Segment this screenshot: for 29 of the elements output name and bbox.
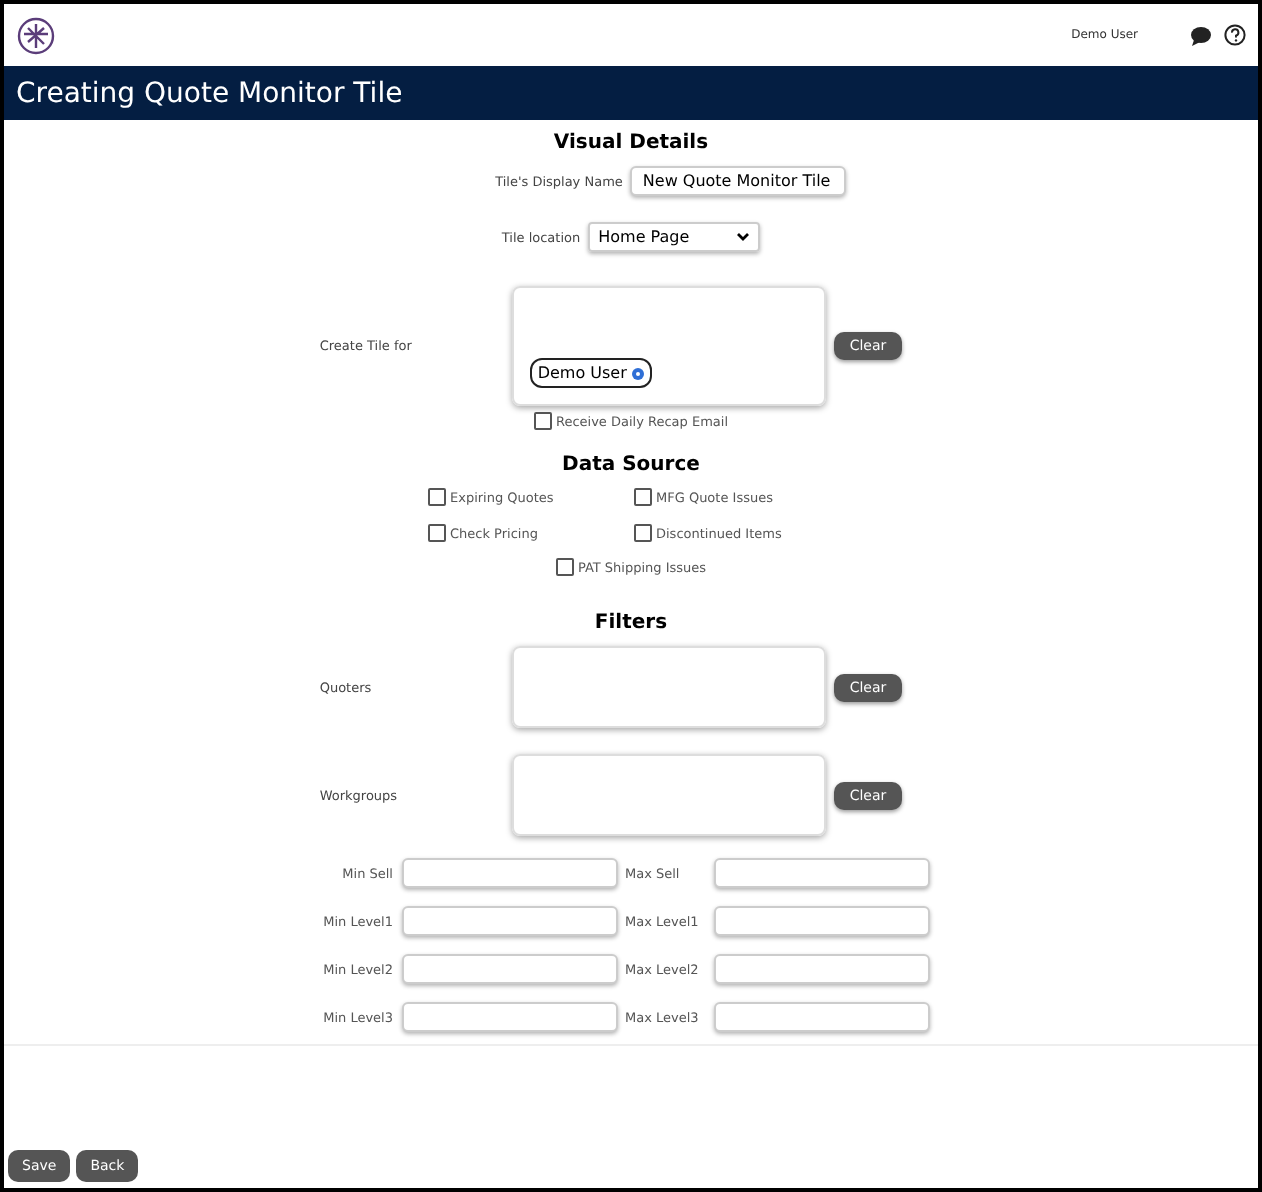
logo-icon [16,15,56,55]
user-list-box[interactable]: Demo User [511,286,826,406]
checkbox[interactable] [634,524,652,542]
min-field[interactable] [401,858,617,888]
max-field[interactable] [713,858,929,888]
checkbox[interactable] [428,524,446,542]
min-field[interactable] [401,954,617,984]
display-name-field[interactable]: New Quote Monitor Tile [630,166,847,196]
max-field[interactable] [713,906,929,936]
page-title: Creating Quote Monitor Tile [16,77,403,109]
section-heading: Visual Details [553,132,709,154]
chat-icon[interactable] [1190,25,1212,45]
list-box[interactable] [511,754,826,836]
chevron-icon [736,232,751,242]
checkbox[interactable] [428,488,446,506]
section-heading: Data Source [562,454,700,476]
help-icon[interactable] [1224,24,1246,46]
checkbox[interactable] [634,488,652,506]
location-dropdown[interactable]: Home Page [588,222,761,252]
user-chip[interactable]: Demo User [529,358,653,388]
list-box[interactable] [511,646,826,728]
max-field[interactable] [713,954,929,984]
max-field[interactable] [713,1002,929,1032]
min-field[interactable] [401,1002,617,1032]
checkbox[interactable] [555,558,574,576]
min-field[interactable] [401,906,617,936]
remove-icon[interactable] [632,367,645,379]
checkbox[interactable] [533,412,552,430]
section-heading: Filters [594,612,668,634]
